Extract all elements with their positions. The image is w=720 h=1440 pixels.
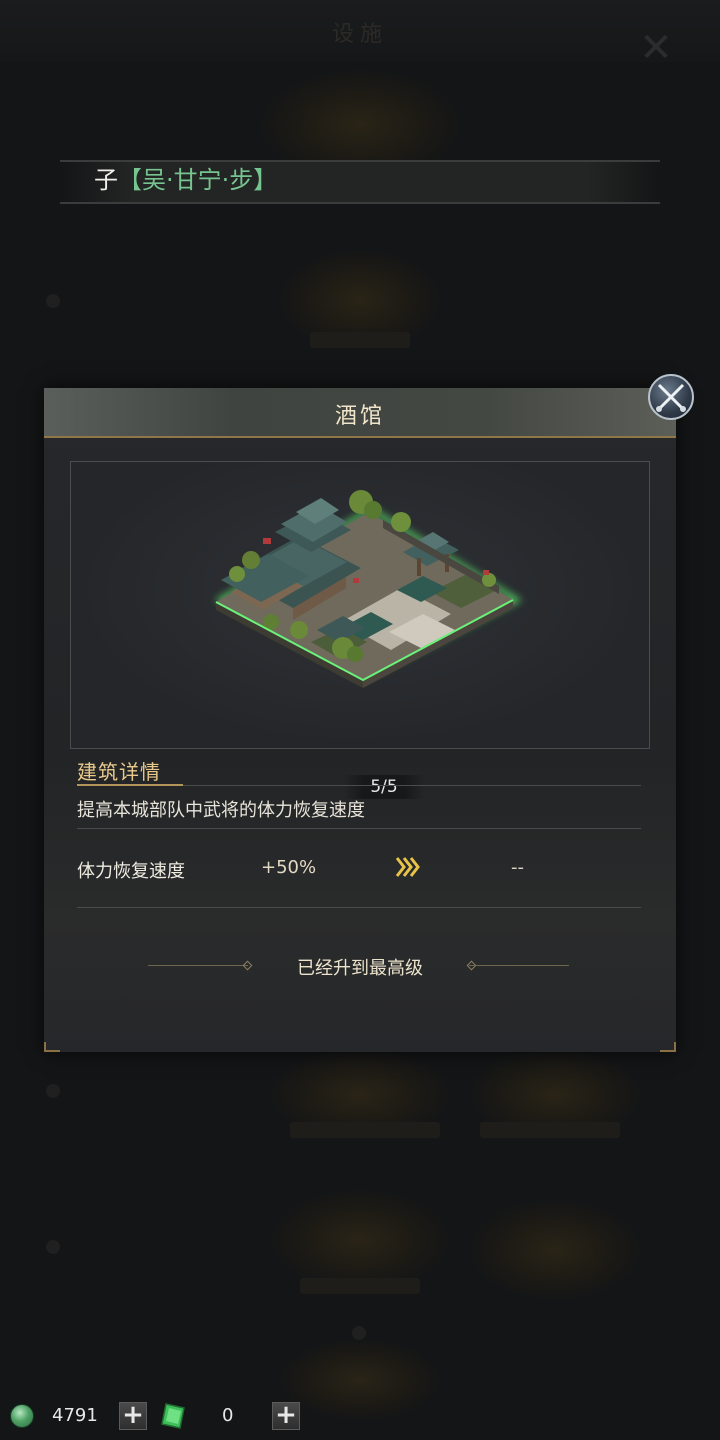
section-title-underline	[77, 784, 183, 786]
add-jade-button[interactable]: +	[119, 1402, 147, 1430]
building-preview: 5/5	[70, 461, 650, 799]
background-building-label	[290, 1122, 440, 1138]
background-building	[280, 1340, 440, 1420]
ticket-currency-value: 0	[222, 1405, 234, 1426]
close-button[interactable]	[648, 374, 694, 420]
triple-chevron-right-icon	[395, 857, 420, 877]
background-dot	[46, 1084, 60, 1098]
corner-ornament-left	[44, 1042, 60, 1052]
background-dot	[352, 1326, 366, 1340]
building-detail-dialog: 酒馆 5/5 建筑详情 提高本城部队中武将的体力恢复速度 体力恢复速度 +50%…	[44, 388, 676, 1052]
stat-current-value: +50%	[261, 857, 317, 878]
jade-currency-value: 4791	[52, 1405, 98, 1426]
stat-name: 体力恢复速度	[77, 861, 185, 882]
add-ticket-button[interactable]: +	[272, 1402, 300, 1430]
background-building-label	[300, 1278, 420, 1294]
background-close-icon: ✕	[639, 25, 673, 71]
notice-prefix: 子	[94, 166, 118, 194]
divider	[77, 828, 641, 829]
notice-text: 子【吴·甘宁·步】	[94, 165, 277, 195]
divider	[77, 907, 641, 908]
background-building	[470, 1200, 640, 1300]
ticket-currency-icon	[161, 1403, 185, 1429]
background-building-label	[310, 332, 410, 348]
corner-ornament-right	[660, 1042, 676, 1052]
background-building-label	[480, 1122, 620, 1138]
background-building	[270, 1190, 450, 1290]
section-title: 建筑详情	[77, 760, 161, 784]
dialog-title: 酒馆	[334, 404, 385, 429]
max-level-text: 已经升到最高级	[297, 958, 423, 979]
close-swords-icon	[656, 383, 686, 412]
background-title: 设施	[331, 22, 388, 47]
tavern-building-image	[214, 490, 523, 688]
stat-next-value: --	[511, 857, 524, 878]
background-dot	[46, 1240, 60, 1254]
building-description: 提高本城部队中武将的体力恢复速度	[77, 800, 365, 821]
jade-currency-icon	[10, 1404, 34, 1428]
notice-general: 【吴·甘宁·步】	[118, 166, 278, 194]
background-dot	[46, 294, 60, 308]
